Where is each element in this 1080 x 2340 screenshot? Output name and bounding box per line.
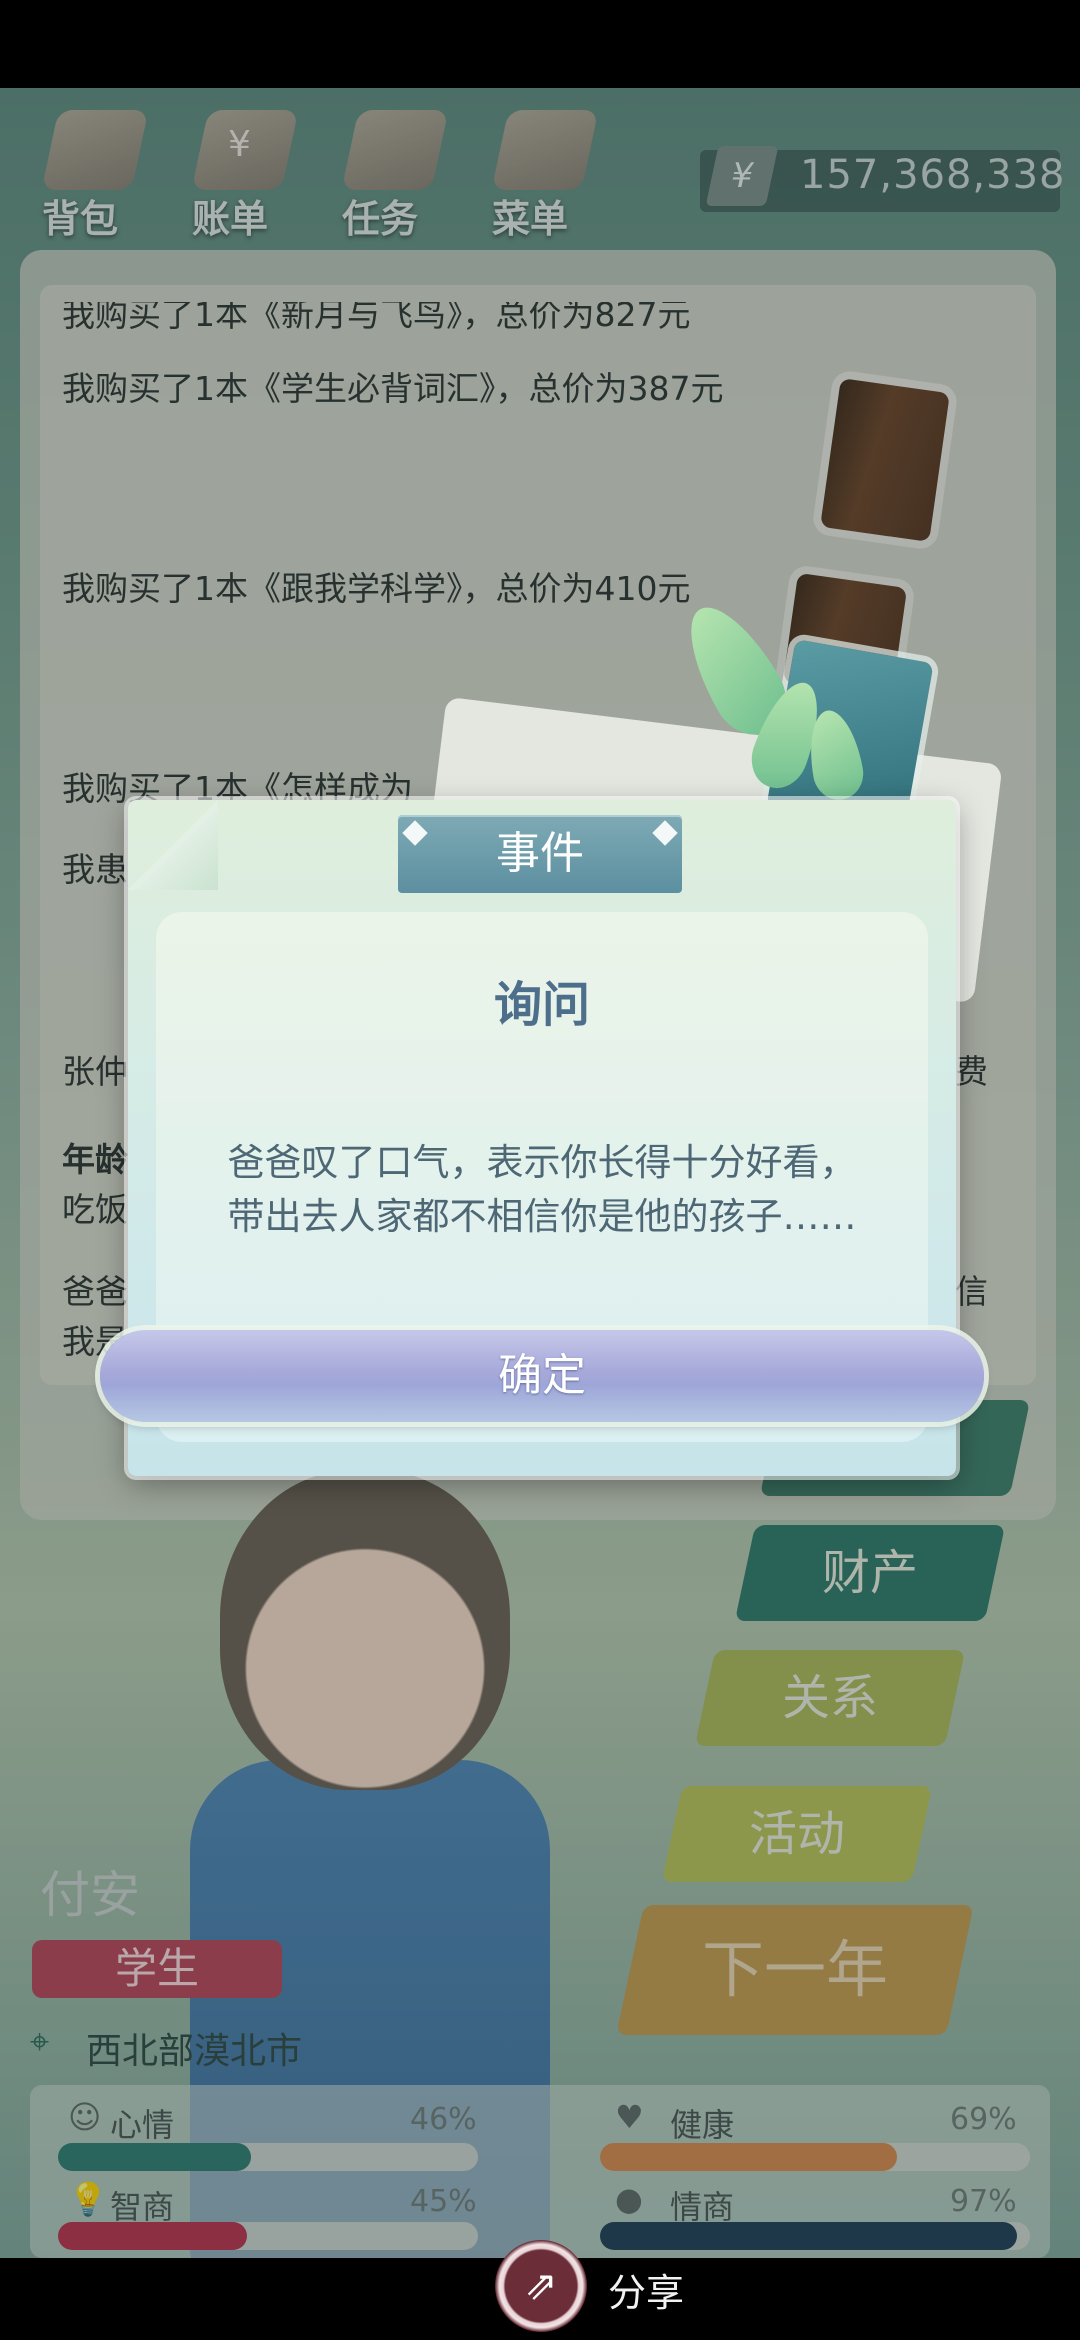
dialog-title: 询问 bbox=[493, 977, 590, 1033]
share-icon[interactable]: ⇗ bbox=[495, 2240, 587, 2332]
confirm-button[interactable]: 确定 bbox=[100, 1330, 984, 1422]
share-label[interactable]: 分享 bbox=[608, 2262, 684, 2317]
dialog-message-line: 爸爸叹了口气，表示你长得十分好看， bbox=[227, 1141, 857, 1184]
dialog-tab: 事件 bbox=[398, 815, 682, 893]
dialog-message-line: 带出去人家都不相信你是他的孩子…… bbox=[227, 1195, 857, 1238]
status-bar bbox=[0, 0, 1080, 88]
